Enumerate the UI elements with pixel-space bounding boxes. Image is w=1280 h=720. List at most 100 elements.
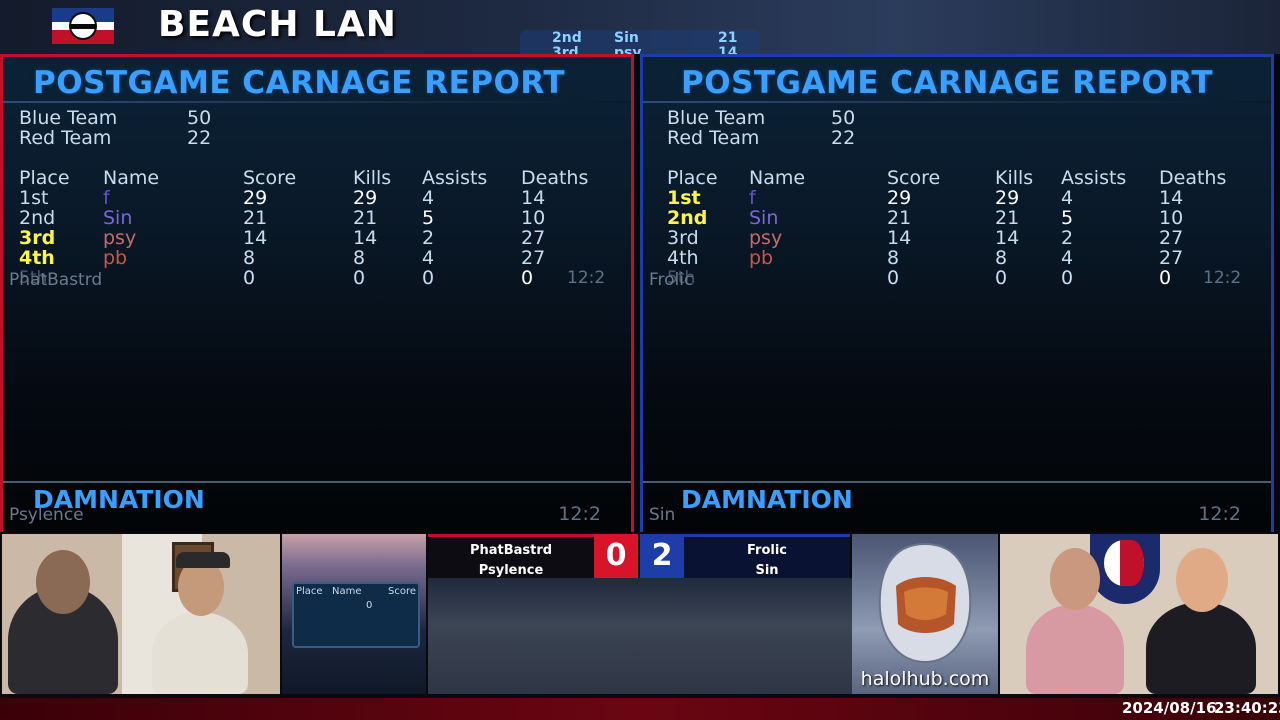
- row-player-name: pb: [103, 247, 128, 269]
- map-divider: [643, 481, 1271, 483]
- row-player-name: pb: [749, 247, 774, 269]
- row-assists: 0: [1061, 267, 1074, 289]
- row-kills: 14: [995, 227, 1020, 249]
- match-scoreboard: PhatBastrd Psylence 0 2 Frolic Sin: [428, 534, 850, 578]
- row-deaths: 10: [1159, 207, 1184, 229]
- row-player-name: f: [749, 187, 756, 209]
- overlay-time: 12:2: [567, 268, 606, 288]
- title-divider: [3, 101, 631, 103]
- row-score: 21: [887, 207, 912, 229]
- row-assists: 4: [422, 247, 435, 269]
- row-deaths: 10: [521, 207, 546, 229]
- team-name-red: Red Team: [667, 127, 760, 149]
- row-kills: 21: [995, 207, 1020, 229]
- row-kills: 29: [353, 187, 378, 209]
- column-header-place: Place: [19, 167, 70, 189]
- ticker-score: 14: [718, 45, 738, 54]
- top-bar: BEACH LAN 2nd Sin 21 3rd psy 14: [0, 0, 1280, 54]
- score-ticker: 2nd Sin 21 3rd psy 14: [520, 30, 760, 54]
- column-header-score: Score: [243, 167, 297, 189]
- team-score-red: 22: [831, 127, 856, 149]
- row-kills: 21: [353, 207, 378, 229]
- red-player-2: Psylence: [478, 563, 544, 578]
- row-kills: 0: [353, 267, 366, 289]
- team-name-blue: Blue Team: [19, 107, 118, 129]
- mini-col-score: Score: [388, 586, 417, 597]
- row-kills: 8: [353, 247, 366, 269]
- map-time: 12:2: [1198, 503, 1241, 525]
- row-assists: 0: [422, 267, 435, 289]
- row-kills: 29: [995, 187, 1020, 209]
- ticker-place: 3rd: [552, 45, 579, 54]
- title-divider: [643, 101, 1271, 103]
- row-player-name: psy: [749, 227, 783, 249]
- event-title: BEACH LAN: [158, 4, 397, 45]
- column-header-name: Name: [749, 167, 806, 189]
- row-score: 0: [887, 267, 900, 289]
- right-carnage-report: POSTGAME CARNAGE REPORT Blue Team 50 Red…: [640, 54, 1274, 532]
- column-header-kills: Kills: [995, 167, 1034, 189]
- footer-clock: 23:40:23: [1214, 699, 1280, 717]
- overlay-player-name: PhatBastrd: [9, 270, 103, 290]
- row-score: 8: [243, 247, 256, 269]
- map-player-name: Sin: [649, 505, 676, 525]
- footer-date: 2024/08/16: [1122, 699, 1217, 717]
- row-place: 2nd: [667, 207, 708, 229]
- webcam-left: [2, 534, 280, 694]
- map-name: DAMNATION: [681, 485, 853, 514]
- column-header-assists: Assists: [422, 167, 488, 189]
- overlay-time: 12:2: [1203, 268, 1242, 288]
- row-deaths: 14: [521, 187, 546, 209]
- row-score: 14: [887, 227, 912, 249]
- column-header-deaths: Deaths: [521, 167, 589, 189]
- row-kills: 0: [995, 267, 1008, 289]
- row-score: 29: [887, 187, 912, 209]
- ticker-name: Sin: [614, 30, 639, 46]
- event-logo: [52, 8, 114, 44]
- row-deaths: 27: [521, 227, 546, 249]
- column-header-assists: Assists: [1061, 167, 1127, 189]
- team-score-blue: 50: [831, 107, 856, 129]
- row-assists: 4: [1061, 187, 1074, 209]
- row-deaths: 0: [521, 267, 534, 289]
- row-deaths: 0: [1159, 267, 1172, 289]
- row-score: 29: [243, 187, 268, 209]
- mini-col-place: Place: [296, 586, 323, 597]
- team-name-blue: Blue Team: [667, 107, 766, 129]
- row-assists: 2: [422, 227, 435, 249]
- red-series-score: 0: [594, 534, 638, 578]
- blue-series-score: 2: [640, 534, 684, 578]
- row-deaths: 27: [1159, 227, 1184, 249]
- team-name-red: Red Team: [19, 127, 112, 149]
- row-place: 3rd: [667, 227, 699, 249]
- left-carnage-report: POSTGAME CARNAGE REPORT Blue Team 50 Red…: [0, 54, 634, 532]
- ticker-name: psy: [614, 45, 642, 54]
- map-player-name: Psylence: [9, 505, 84, 525]
- mini-col-name: Name: [332, 586, 362, 597]
- column-header-kills: Kills: [353, 167, 392, 189]
- row-player-name: f: [103, 187, 110, 209]
- column-header-name: Name: [103, 167, 160, 189]
- row-player-name: Sin: [103, 207, 133, 229]
- row-player-name: psy: [103, 227, 137, 249]
- row-deaths: 27: [521, 247, 546, 269]
- minimap-screen: Place Name Score 0: [282, 534, 426, 694]
- sponsor-box: halolhub.com: [852, 534, 998, 694]
- map-time: 12:2: [558, 503, 601, 525]
- row-score: 0: [243, 267, 256, 289]
- team-score-red: 22: [187, 127, 212, 149]
- row-player-name: Sin: [749, 207, 779, 229]
- column-header-place: Place: [667, 167, 718, 189]
- row-score: 8: [887, 247, 900, 269]
- row-kills: 14: [353, 227, 378, 249]
- row-score: 21: [243, 207, 268, 229]
- report-title: POSTGAME CARNAGE REPORT: [681, 65, 1214, 101]
- map-divider: [3, 481, 631, 483]
- row-assists: 4: [422, 187, 435, 209]
- row-place: 3rd: [19, 227, 56, 249]
- ticker-place: 2nd: [552, 30, 582, 46]
- blue-team-box: Frolic Sin: [684, 534, 850, 578]
- row-deaths: 14: [1159, 187, 1184, 209]
- overlay-player-name: Frolic: [649, 270, 694, 290]
- webcam-right: [1000, 534, 1278, 694]
